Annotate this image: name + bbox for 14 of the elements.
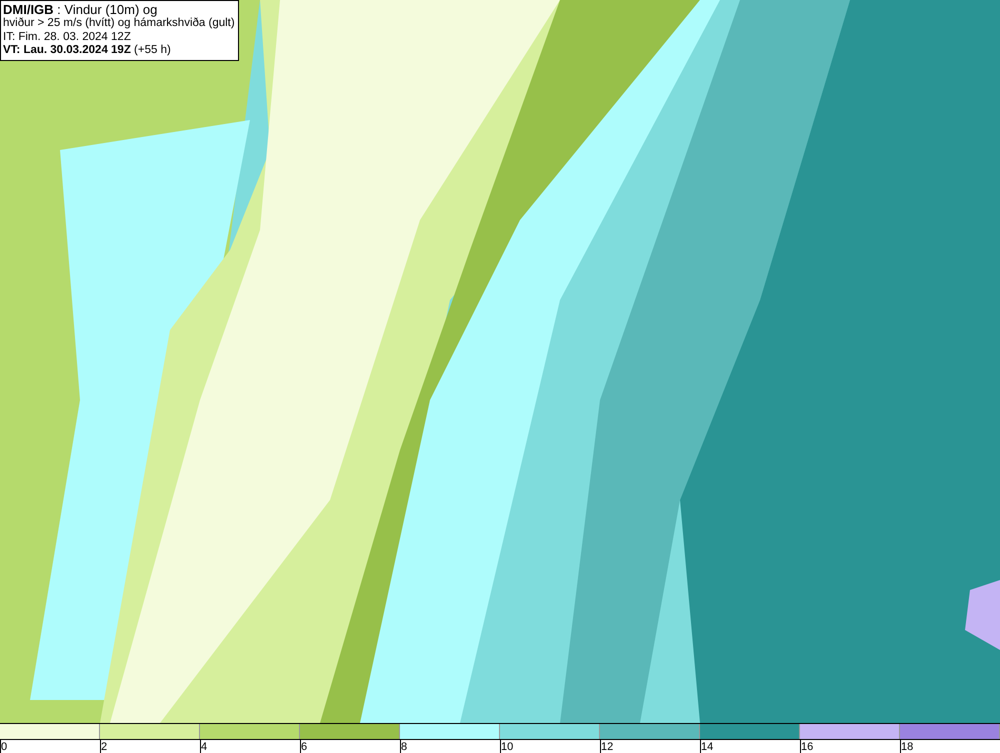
legend-label: 4 — [201, 740, 208, 753]
legend-label: 0 — [1, 740, 8, 753]
legend-label: 18 — [901, 740, 914, 753]
legend-label: 12 — [601, 740, 614, 753]
legend-label: 6 — [301, 740, 308, 753]
legend-label: 14 — [701, 740, 714, 753]
legend-label: 8 — [401, 740, 408, 753]
info-text: IT: Fim. 28. 03. 2024 12Z — [3, 30, 132, 44]
map-title: DMI/IGB : Vindur (10m) og — [3, 2, 158, 17]
legend-label: 10 — [501, 740, 514, 753]
info-text: hviður > 25 m/s (hvítt) og hámarkshviða (gult) — [3, 17, 235, 30]
info-text: VT: Lau. 30.03.2024 19Z (+55 h) — [3, 44, 172, 58]
legend-label: 2 — [101, 740, 108, 753]
legend-label: 16 — [801, 740, 814, 753]
